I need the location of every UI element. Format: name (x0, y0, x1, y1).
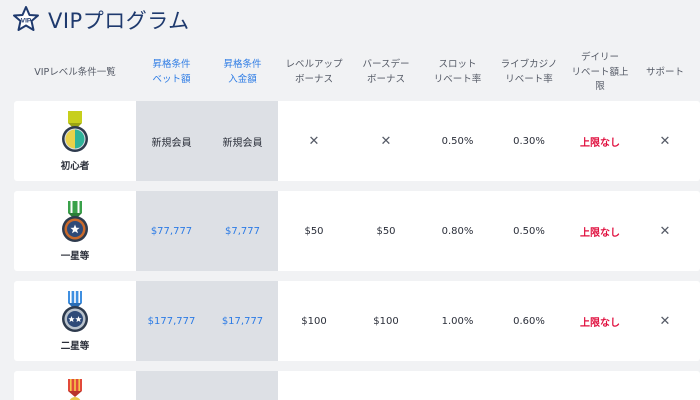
birthday-bonus (350, 371, 422, 400)
support (635, 371, 695, 400)
beginner-medal-icon (62, 111, 88, 152)
table-row: 初心者 新規会員 新規会員 ✕ ✕ 0.50% 0.30% 上限なし ✕ (14, 101, 700, 181)
header-bet-requirement: 昇格条件 ベット額 (152, 59, 191, 85)
header-birthday-bonus: バースデー ボーナス (362, 59, 410, 85)
level-cell (14, 371, 136, 400)
header-slot-rebate: スロット リベート率 (433, 59, 482, 85)
title-bar: VIP VIPプログラム (0, 0, 700, 40)
bet-requirement: $77,777 (136, 191, 207, 271)
deposit-requirement: 新規会員 (207, 101, 278, 181)
birthday-bonus: ✕ (380, 133, 392, 149)
levelup-bonus: ✕ (308, 133, 320, 149)
vip-badge-text: VIP (21, 18, 32, 25)
header-live-rebate: ライブカジノ リベート率 (500, 59, 558, 85)
two-star-medal-icon (62, 291, 88, 332)
level-name: 初心者 (60, 161, 90, 172)
level-cell: 一星等 (14, 191, 136, 271)
bet-requirement: $177,777 (136, 281, 207, 361)
level-cell: 二星等 (14, 281, 136, 361)
support: ✕ (659, 223, 671, 239)
table-row: 一星等 $77,777 $7,777 $50 $50 0.80% 0.50% 上… (14, 191, 700, 271)
level-cell: 初心者 (14, 101, 136, 181)
level-name: 二星等 (60, 341, 90, 352)
header-levelup-bonus: レベルアップ ボーナス (285, 59, 343, 85)
daily-limit: 上限なし (580, 137, 620, 149)
live-rebate: 0.30% (513, 135, 545, 147)
page-title: VIPプログラム (48, 9, 190, 33)
deposit-requirement: $17,777 (207, 281, 278, 361)
bet-requirement (136, 371, 207, 400)
support: ✕ (659, 313, 671, 329)
slot-rebate: 0.50% (441, 135, 474, 147)
birthday-bonus: $50 (376, 225, 396, 237)
level-name: 一星等 (60, 251, 90, 262)
header-daily-limit: デイリー リベート額上限 (571, 51, 629, 93)
deposit-requirement (207, 371, 278, 400)
live-rebate: 0.50% (513, 225, 545, 237)
daily-limit: 上限なし (580, 317, 620, 329)
three-star-medal-icon (68, 379, 82, 400)
slot-rebate: 1.00% (441, 315, 474, 327)
levelup-bonus: $50 (304, 225, 324, 237)
deposit-requirement: $7,777 (207, 191, 278, 271)
levelup-bonus (278, 371, 350, 400)
one-star-medal-icon (62, 201, 88, 242)
live-rebate: 0.60% (513, 315, 545, 327)
header-support: サポート (645, 66, 684, 78)
live-rebate (493, 371, 565, 400)
daily-limit (565, 371, 635, 400)
vip-star-badge-icon: VIP (13, 6, 39, 31)
birthday-bonus: $100 (373, 315, 399, 327)
header-vip-level: VIPレベル条件一覧 (34, 66, 116, 78)
levelup-bonus: $100 (301, 315, 327, 327)
header-deposit-requirement: 昇格条件 入金額 (223, 59, 262, 85)
table-row: 二星等 $177,777 $17,777 $100 $100 1.00% 0.6… (14, 281, 700, 361)
support: ✕ (659, 133, 671, 149)
slot-rebate (422, 371, 493, 400)
table-row-partial (14, 371, 700, 400)
bet-requirement: 新規会員 (136, 101, 207, 181)
table-header: VIPレベル条件一覧 昇格条件 ベット額 昇格条件 入金額 レベルアップ ボーナス バ… (14, 46, 700, 100)
daily-limit: 上限なし (580, 227, 620, 239)
slot-rebate: 0.80% (441, 225, 474, 237)
